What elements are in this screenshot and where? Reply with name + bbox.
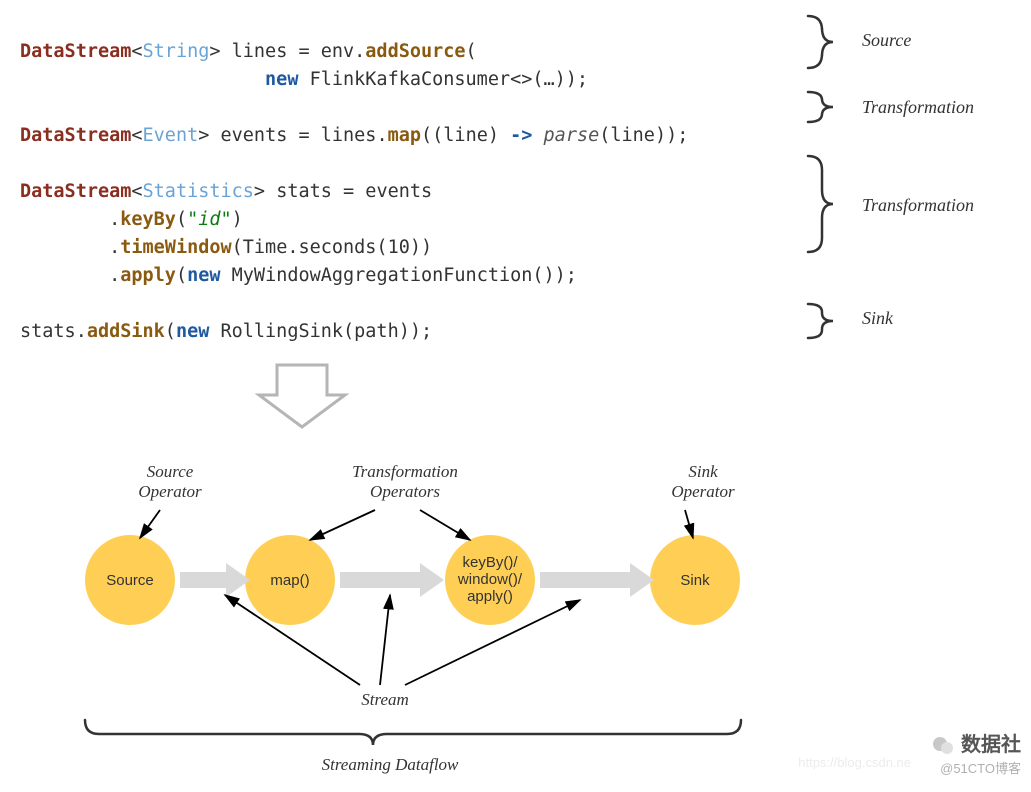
label-dataflow: Streaming Dataflow [300, 755, 480, 775]
kw-datastream: DataStream [20, 41, 131, 62]
label-transformation2: Transformation [862, 195, 974, 216]
brace-sink [808, 304, 833, 338]
label-trans-operators: TransformationOperators [335, 462, 475, 502]
ptr-source-op [140, 510, 160, 538]
label-source: Source [862, 30, 911, 51]
label-source-operator: SourceOperator [120, 462, 220, 502]
flow-arrow-3 [540, 563, 654, 597]
label-stream: Stream [345, 690, 425, 710]
code-block: DataStream<String> lines = env.addSource… [20, 10, 770, 374]
ptr-stream-2 [380, 595, 390, 685]
ptr-stream-1 [225, 595, 360, 685]
node-source-text: Source [100, 572, 160, 589]
brace-dataflow [85, 720, 741, 745]
label-sink-operator: SinkOperator [653, 462, 753, 502]
node-keyby-text: keyBy()/window()/apply() [450, 554, 530, 605]
ptr-sink-op [685, 510, 693, 538]
flow-arrow-2 [340, 563, 444, 597]
down-arrow-icon [259, 365, 345, 427]
label-sink: Sink [862, 308, 893, 329]
brace-source [808, 16, 833, 68]
brace-trans2 [808, 156, 833, 252]
wechat-icon [931, 734, 955, 758]
node-map-text: map() [260, 572, 320, 589]
node-sink-text: Sink [665, 572, 725, 589]
ptr-trans-map [310, 510, 375, 540]
ptr-stream-3 [405, 600, 580, 685]
label-transformation1: Transformation [862, 97, 974, 118]
flow-arrow-1 [180, 563, 250, 597]
watermark-host: https://blog.csdn.ne [798, 755, 911, 770]
watermark: 数据社 @51CTO博客 [931, 728, 1021, 778]
ptr-trans-keyby [420, 510, 470, 540]
brace-trans1 [808, 92, 833, 122]
